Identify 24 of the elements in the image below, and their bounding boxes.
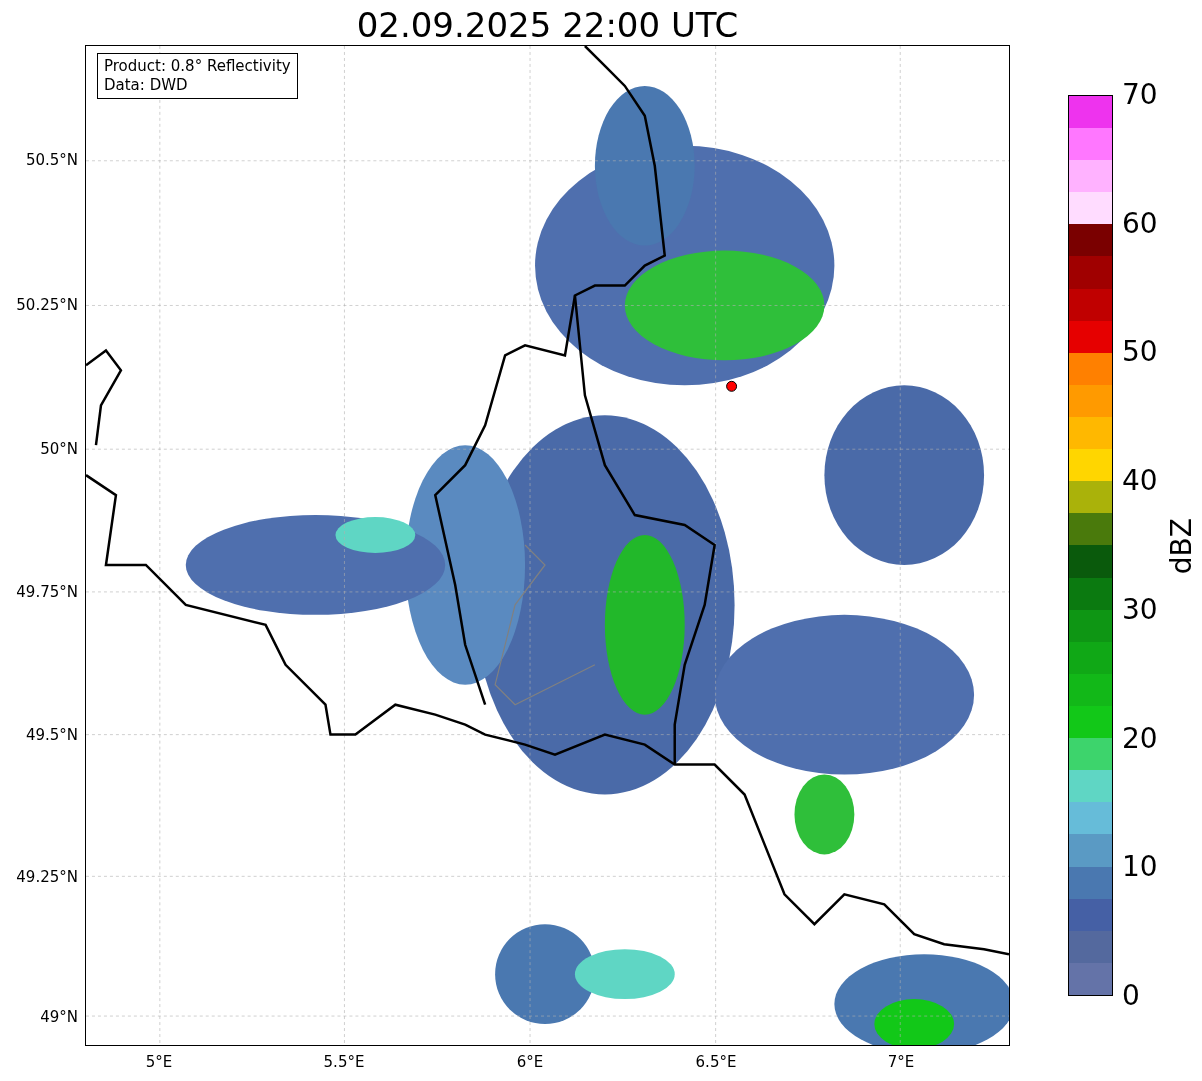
longitude-label: 5.5°E — [322, 1053, 366, 1071]
longitude-label: 7°E — [886, 1053, 916, 1071]
colorbar-tick-label: 30 — [1122, 593, 1158, 626]
latitude-label: 49.25°N — [16, 868, 78, 886]
colorbar-tick-label: 0 — [1122, 980, 1140, 1012]
info-line: Data: DWD — [104, 76, 189, 95]
chart-title: 02.09.2025 22:00 UTC — [355, 4, 740, 47]
colorbar-tick-label: 70 — [1122, 79, 1158, 111]
colorbar-tick-label: 40 — [1122, 465, 1158, 498]
info-line: Product: 0.8° Reflectivity — [104, 57, 291, 76]
longitude-label: 6.5°E — [694, 1053, 738, 1071]
longitude-label: 5°E — [144, 1053, 174, 1071]
latitude-label: 49.75°N — [16, 583, 78, 601]
latitude-label: 50.25°N — [16, 296, 78, 314]
colorbar-label: dBZ — [1166, 518, 1198, 575]
colorbar-tick-label: 50 — [1122, 336, 1158, 369]
colorbar-tick-label: 10 — [1122, 851, 1158, 884]
colorbar-tick-label: 60 — [1122, 207, 1158, 240]
latitude-label: 50°N — [40, 440, 78, 458]
colorbar-tick-label: 20 — [1122, 722, 1158, 755]
latitude-label: 50.5°N — [25, 151, 78, 169]
longitude-label: 6°E — [515, 1053, 545, 1071]
latitude-label: 49.5°N — [25, 726, 78, 744]
latitude-label: 49°N — [40, 1008, 78, 1026]
